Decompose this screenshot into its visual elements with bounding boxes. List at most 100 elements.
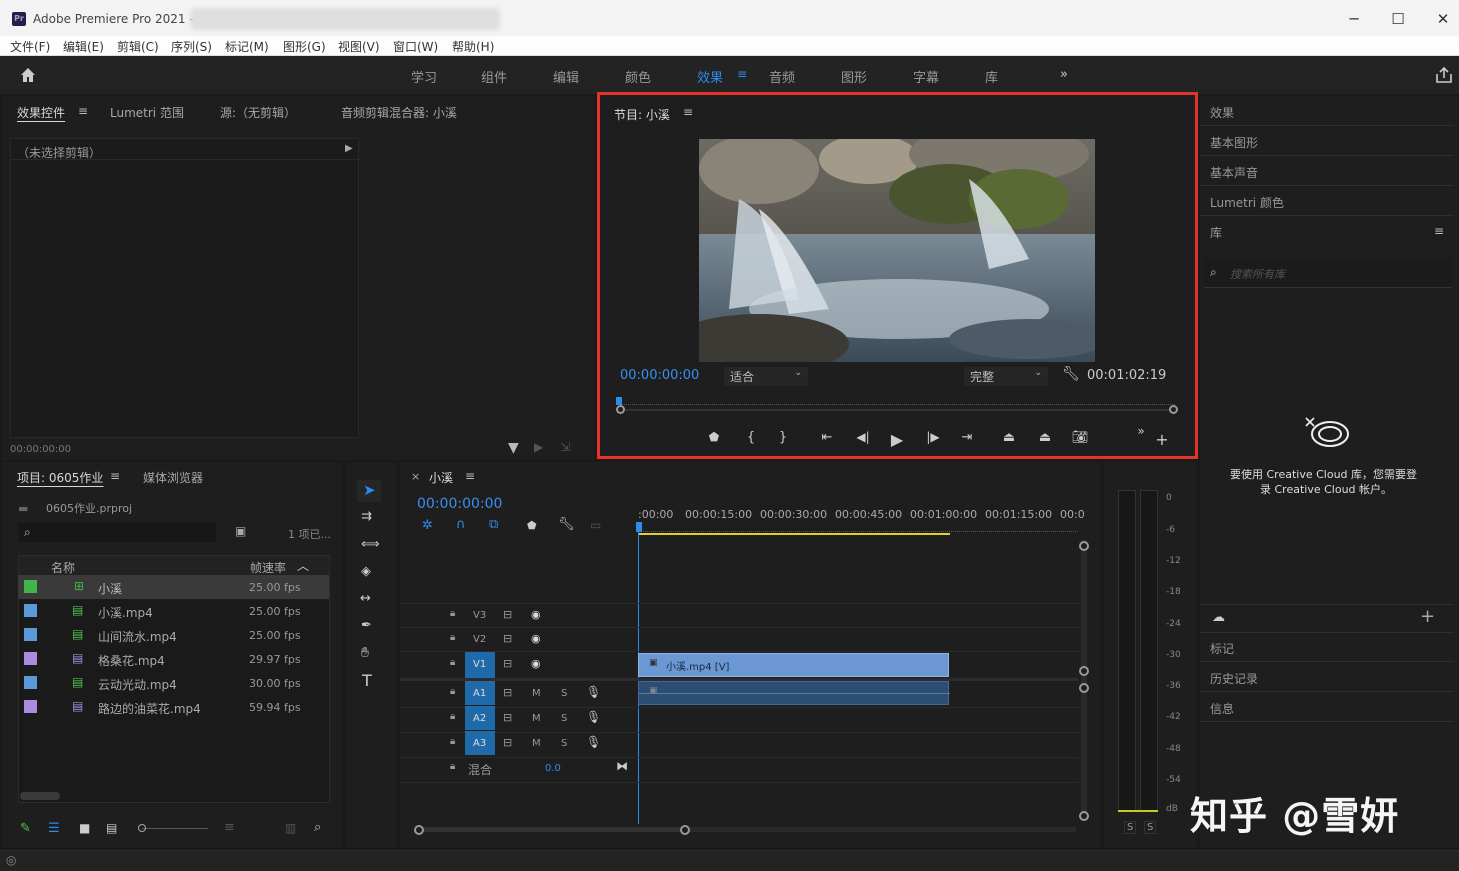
mute-button[interactable]: M xyxy=(532,688,541,699)
workspace-audio[interactable]: 音频 xyxy=(769,67,795,86)
panel-history[interactable]: 历史记录 xyxy=(1210,670,1258,687)
lock-icon[interactable]: 🔒︎ xyxy=(450,632,455,643)
snap-icon[interactable]: ∩ xyxy=(456,517,466,532)
workspace-captions[interactable]: 字幕 xyxy=(913,67,939,86)
eye-icon[interactable]: ◉ xyxy=(531,608,541,621)
solo-right-button[interactable]: S xyxy=(1144,821,1157,834)
slip-tool-icon[interactable]: ↔ xyxy=(360,591,371,606)
filter-icon[interactable]: ▼ xyxy=(508,440,519,456)
button-editor-plus-icon[interactable]: + xyxy=(1151,430,1173,449)
more-workspaces-icon[interactable]: » xyxy=(1060,67,1068,82)
tab-lumetri-scopes[interactable]: Lumetri 范围 xyxy=(110,104,184,121)
close-sequence-icon[interactable]: × xyxy=(411,470,420,483)
playback-resolution-select[interactable]: 完整 ⌄ xyxy=(964,367,1048,386)
sort-ascending-icon[interactable]: ︿ xyxy=(297,557,309,574)
eye-icon[interactable]: ◉ xyxy=(531,657,541,670)
selection-tool-icon[interactable]: ➤ xyxy=(363,481,376,499)
captions-icon[interactable]: ▭ xyxy=(590,518,601,532)
ripple-edit-tool-icon[interactable]: ⟺ xyxy=(361,537,380,552)
icon-view-icon[interactable]: ■ xyxy=(79,821,90,835)
column-name[interactable]: 名称 xyxy=(51,559,75,576)
list-item[interactable]: ▤ 路边的油菜花.mp4 59.94 fps xyxy=(18,695,329,719)
minimize-button[interactable]: ─ xyxy=(1344,10,1364,28)
workspace-learn[interactable]: 学习 xyxy=(411,67,437,86)
wrench-icon[interactable]: 🔧︎ xyxy=(1062,366,1080,382)
go-to-in-icon[interactable]: ⇤ xyxy=(816,430,838,445)
new-bin-from-search-icon[interactable]: ▣ xyxy=(235,524,246,538)
panel-menu-icon[interactable]: ≡ xyxy=(1434,224,1444,238)
scroll-handle[interactable] xyxy=(1079,541,1089,551)
scroll-handle[interactable] xyxy=(1079,811,1089,821)
library-search[interactable]: ⌕ 搜索所有库 xyxy=(1204,258,1452,288)
hamburger-icon[interactable]: ≡ xyxy=(737,67,747,81)
panel-menu-icon[interactable]: ≡ xyxy=(110,469,120,483)
horizontal-zoom-bar[interactable] xyxy=(416,827,1076,832)
panel-info[interactable]: 信息 xyxy=(1210,700,1234,717)
menu-help[interactable]: 帮助(H) xyxy=(452,38,494,55)
add-icon[interactable]: + xyxy=(1420,606,1435,627)
mark-out-icon[interactable]: } xyxy=(772,430,794,445)
zoom-fit-select[interactable]: 适合 ⌄ xyxy=(724,367,808,386)
slider-handle[interactable] xyxy=(138,824,146,832)
extract-icon[interactable]: ⏏ xyxy=(1034,430,1056,445)
playhead-marker[interactable] xyxy=(616,397,622,405)
panel-essential-sound[interactable]: 基本声音 xyxy=(1210,164,1258,181)
zoom-handle-left[interactable] xyxy=(414,825,424,835)
timeline-timecode[interactable]: 00:00:00:00 xyxy=(417,496,502,512)
mute-button[interactable]: M xyxy=(532,738,541,749)
video-clip[interactable]: ▣ 小溪.mp4 [V] xyxy=(638,653,949,677)
solo-button[interactable]: S xyxy=(561,738,567,749)
step-forward-icon[interactable]: |▶ xyxy=(922,430,944,444)
razor-tool-icon[interactable]: ◈ xyxy=(361,564,371,579)
menu-clip[interactable]: 剪辑(C) xyxy=(117,38,159,55)
eye-icon[interactable]: ◉ xyxy=(531,632,541,645)
playhead-head[interactable] xyxy=(636,522,642,532)
tab-effect-controls[interactable]: 效果控件 xyxy=(17,104,65,121)
more-controls-icon[interactable]: » xyxy=(1130,424,1152,438)
wrench-icon[interactable]: 🔧︎ xyxy=(558,517,575,532)
volume-rubberband[interactable] xyxy=(639,693,950,694)
sync-lock-icon[interactable]: ⊟ xyxy=(503,736,512,749)
workspace-graphics[interactable]: 图形 xyxy=(841,67,867,86)
sequence-tab[interactable]: 小溪 xyxy=(429,469,453,486)
sort-icons-icon[interactable]: ≡ xyxy=(224,820,235,835)
column-fps[interactable]: 帧速率 xyxy=(250,559,286,576)
lock-icon[interactable]: 🔒︎ xyxy=(450,608,455,619)
menu-graphics[interactable]: 图形(G) xyxy=(283,38,326,55)
sync-lock-icon[interactable]: ⊟ xyxy=(503,657,512,670)
scroll-handle[interactable] xyxy=(1079,666,1089,676)
panel-essential-graphics[interactable]: 基本图形 xyxy=(1210,134,1258,151)
lock-icon[interactable]: 🔒︎ xyxy=(450,736,455,747)
menu-marker[interactable]: 标记(M) xyxy=(225,38,269,55)
lock-icon[interactable]: 🔒︎ xyxy=(450,711,455,722)
workspace-effects[interactable]: 效果 xyxy=(697,67,723,86)
program-playhead-timecode[interactable]: 00:00:00:00 xyxy=(620,368,699,383)
mix-icon[interactable]: ⧓ xyxy=(616,759,628,773)
write-protect-icon[interactable]: ✎ xyxy=(20,821,31,836)
maximize-button[interactable]: ☐ xyxy=(1388,10,1408,28)
cloud-sync-icon[interactable]: ☁︎ xyxy=(1212,610,1225,625)
menu-sequence[interactable]: 序列(S) xyxy=(171,38,212,55)
microphone-icon[interactable]: 🎙︎ xyxy=(586,710,601,724)
export-icon[interactable]: ⇲ xyxy=(560,440,570,454)
mark-in-icon[interactable]: { xyxy=(740,430,762,445)
thumbnail-size-slider[interactable] xyxy=(138,824,208,832)
panel-lumetri-color[interactable]: Lumetri 颜色 xyxy=(1210,194,1284,211)
play-audio-icon[interactable]: ▶ xyxy=(534,440,543,454)
add-marker-icon[interactable]: ⬟ xyxy=(527,519,537,532)
panel-libraries[interactable]: 库 xyxy=(1210,224,1222,241)
go-to-out-icon[interactable]: ⇥ xyxy=(956,430,978,445)
tab-source[interactable]: 源:（无剪辑） xyxy=(220,104,296,121)
track-select-tool-icon[interactable]: ⇉ xyxy=(361,509,372,524)
solo-button[interactable]: S xyxy=(561,688,567,699)
sync-lock-icon[interactable]: ⊟ xyxy=(503,632,512,645)
menu-view[interactable]: 视图(V) xyxy=(338,38,380,55)
tab-media-browser[interactable]: 媒体浏览器 xyxy=(143,469,203,486)
tab-audio-clip-mixer[interactable]: 音频剪辑混合器: 小溪 xyxy=(341,104,457,121)
audio-clip[interactable]: ▣ xyxy=(638,681,950,705)
workspace-color[interactable]: 颜色 xyxy=(625,67,651,86)
work-area-bar[interactable] xyxy=(638,533,950,535)
panel-menu-icon[interactable]: ≡ xyxy=(78,104,88,118)
microphone-icon[interactable]: 🎙︎ xyxy=(586,735,601,749)
horizontal-scrollbar[interactable] xyxy=(20,792,60,800)
